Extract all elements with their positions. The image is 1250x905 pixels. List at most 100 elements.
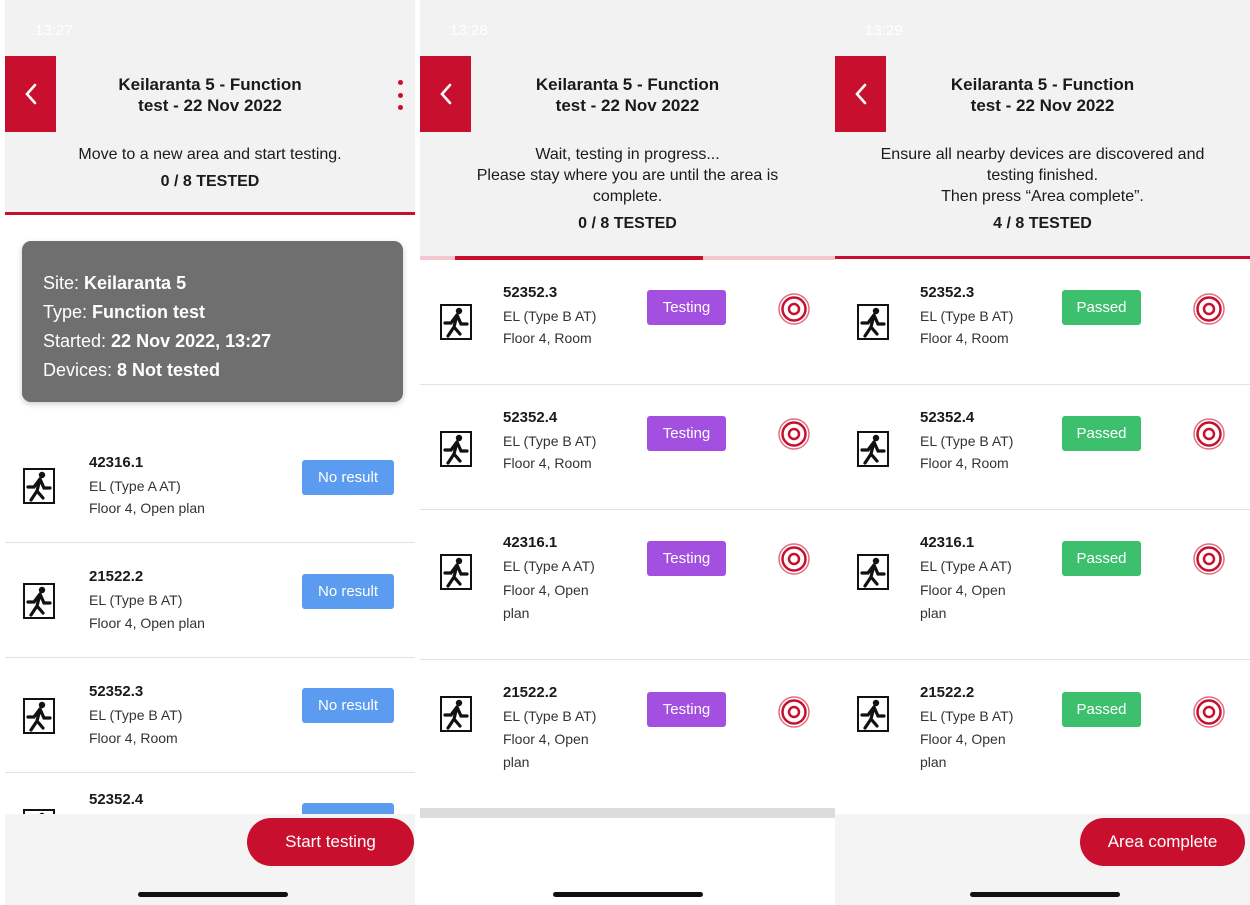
device-row[interactable]: 52352.3 EL (Type B AT) Floor 4, Room No … bbox=[5, 658, 415, 773]
kebab-menu-icon[interactable] bbox=[395, 80, 405, 110]
device-row[interactable]: 52352.4 EL (Type B AT) Floor 4, Room Tes… bbox=[420, 385, 835, 510]
status-badge: Passed bbox=[1062, 692, 1141, 727]
target-icon[interactable] bbox=[777, 292, 811, 326]
tested-count: 4 / 8 TESTED bbox=[993, 215, 1092, 232]
device-id: 52352.3 bbox=[503, 284, 558, 301]
device-row[interactable]: 21522.2 EL (Type B AT) Floor 4, Open pla… bbox=[5, 543, 415, 658]
back-button[interactable] bbox=[420, 56, 471, 132]
device-location: Floor 4, Open plan bbox=[89, 615, 205, 631]
device-row[interactable]: 52352.3 EL (Type B AT) Floor 4, Room Pas… bbox=[835, 259, 1250, 385]
emergency-exit-icon bbox=[857, 554, 889, 590]
bottom-bar: Start testing bbox=[5, 814, 415, 905]
target-icon[interactable] bbox=[1192, 542, 1226, 576]
title-line: Keilaranta 5 - Function bbox=[535, 75, 720, 94]
status-time: 13:29 bbox=[865, 22, 903, 39]
device-row[interactable]: 52352.4 EL (Type B AT) Floor 4, Room Pas… bbox=[835, 385, 1250, 510]
app-header: Keilaranta 5 - Function test - 22 Nov 20… bbox=[5, 56, 415, 134]
start-testing-button[interactable]: Start testing bbox=[247, 818, 414, 866]
target-icon[interactable] bbox=[777, 542, 811, 576]
target-icon[interactable] bbox=[777, 695, 811, 729]
status-badge: Testing bbox=[647, 692, 726, 727]
device-row[interactable]: 21522.2 EL (Type B AT) Floor 4, Open pla… bbox=[835, 660, 1250, 808]
status-badge: No result bbox=[302, 574, 394, 609]
device-location: Floor 4, Room bbox=[920, 330, 1009, 346]
emergency-exit-icon bbox=[857, 431, 889, 467]
device-type: EL (Type A AT) bbox=[89, 478, 181, 494]
target-icon[interactable] bbox=[777, 417, 811, 451]
divider bbox=[420, 808, 835, 818]
emergency-exit-icon bbox=[857, 304, 889, 340]
instruction-line: Please stay where you are until the area… bbox=[476, 167, 779, 184]
device-row[interactable]: 42316.1 EL (Type A AT) Floor 4, Open pla… bbox=[420, 510, 835, 660]
device-id: 52352.3 bbox=[89, 683, 144, 700]
device-id: 42316.1 bbox=[920, 534, 975, 551]
instruction-panel: Ensure all nearby devices are discovered… bbox=[835, 134, 1250, 256]
device-type: EL (Type B AT) bbox=[503, 708, 597, 724]
device-row[interactable]: 42316.1 EL (Type A AT) Floor 4, Open pla… bbox=[835, 510, 1250, 660]
app-header: Keilaranta 5 - Function test - 22 Nov 20… bbox=[420, 56, 835, 134]
device-id: 21522.2 bbox=[920, 684, 975, 701]
device-type: EL (Type B AT) bbox=[920, 308, 1014, 324]
instruction-line: Then press “Area complete”. bbox=[941, 188, 1144, 205]
site-info: Site: Keilaranta 5 bbox=[43, 273, 187, 293]
device-location: Floor 4, Open bbox=[920, 731, 1006, 747]
page-title: Keilaranta 5 - Function test - 22 Nov 20… bbox=[480, 74, 775, 116]
device-location: plan bbox=[503, 605, 530, 621]
device-location: Floor 4, Room bbox=[920, 455, 1009, 471]
emergency-exit-icon bbox=[23, 698, 55, 734]
status-badge: Testing bbox=[647, 290, 726, 325]
device-type: EL (Type B AT) bbox=[89, 707, 183, 723]
screen-start-area: 13:27 Keilaranta 5 - Function test - 22 … bbox=[5, 0, 415, 905]
home-indicator bbox=[553, 892, 703, 897]
screen-area-complete: 13:29 Keilaranta 5 - Function test - 22 … bbox=[835, 0, 1250, 905]
device-type: EL (Type B AT) bbox=[503, 308, 597, 324]
bottom-bar bbox=[420, 818, 835, 905]
info-card: Site: Keilaranta 5 Type: Function test S… bbox=[22, 241, 403, 402]
title-line: test - 22 Nov 2022 bbox=[970, 96, 1115, 115]
device-row[interactable]: 52352.3 EL (Type B AT) Floor 4, Room Tes… bbox=[420, 260, 835, 385]
target-icon[interactable] bbox=[1192, 695, 1226, 729]
device-row[interactable]: 21522.2 EL (Type B AT) Floor 4, Open pla… bbox=[420, 660, 835, 808]
back-button[interactable] bbox=[5, 56, 56, 132]
emergency-exit-icon bbox=[23, 468, 55, 504]
device-location: plan bbox=[503, 754, 530, 770]
device-id: 52352.4 bbox=[503, 409, 558, 426]
instruction-line: Ensure all nearby devices are discovered… bbox=[880, 146, 1205, 163]
instruction-line: testing finished. bbox=[986, 167, 1099, 184]
devices-info: Devices: 8 Not tested bbox=[43, 360, 221, 380]
status-time: 13:28 bbox=[450, 22, 488, 39]
device-type: EL (Type A AT) bbox=[503, 558, 595, 574]
device-row[interactable]: 42316.1 EL (Type A AT) Floor 4, Open pla… bbox=[5, 428, 415, 543]
status-badge: Passed bbox=[1062, 416, 1141, 451]
screen-testing-in-progress: 13:28 Keilaranta 5 - Function test - 22 … bbox=[420, 0, 835, 905]
tested-count: 0 / 8 TESTED bbox=[160, 173, 260, 190]
instruction-panel: Move to a new area and start testing. 0 … bbox=[5, 134, 415, 212]
title-line: test - 22 Nov 2022 bbox=[138, 96, 282, 115]
status-badge: No result bbox=[302, 688, 394, 723]
instruction-panel: Wait, testing in progress... Please stay… bbox=[420, 134, 835, 256]
title-line: Keilaranta 5 - Function bbox=[950, 75, 1135, 94]
target-icon[interactable] bbox=[1192, 292, 1226, 326]
chevron-left-icon bbox=[439, 83, 451, 105]
instruction-text: Move to a new area and start testing. bbox=[78, 146, 342, 163]
instruction-text: Wait, testing in progress... Please stay… bbox=[420, 134, 835, 207]
area-complete-button[interactable]: Area complete bbox=[1080, 818, 1245, 866]
device-type: EL (Type B AT) bbox=[920, 708, 1014, 724]
device-location: Floor 4, Room bbox=[503, 455, 592, 471]
device-location: Floor 4, Room bbox=[89, 730, 178, 746]
device-id: 42316.1 bbox=[503, 534, 558, 551]
app-header: Keilaranta 5 - Function test - 22 Nov 20… bbox=[835, 56, 1250, 134]
bottom-bar: Area complete bbox=[835, 814, 1250, 905]
device-type: EL (Type A AT) bbox=[920, 558, 1012, 574]
device-type: EL (Type B AT) bbox=[920, 433, 1014, 449]
back-button[interactable] bbox=[835, 56, 886, 132]
device-type: EL (Type B AT) bbox=[503, 433, 597, 449]
status-badge: Testing bbox=[647, 416, 726, 451]
type-info: Type: Function test bbox=[43, 302, 206, 322]
status-bar: 13:28 bbox=[420, 0, 835, 56]
device-id: 21522.2 bbox=[89, 568, 144, 585]
target-icon[interactable] bbox=[1192, 417, 1226, 451]
status-bar: 13:29 bbox=[835, 0, 1250, 56]
status-bar: 13:27 bbox=[5, 0, 415, 56]
emergency-exit-icon bbox=[440, 304, 472, 340]
